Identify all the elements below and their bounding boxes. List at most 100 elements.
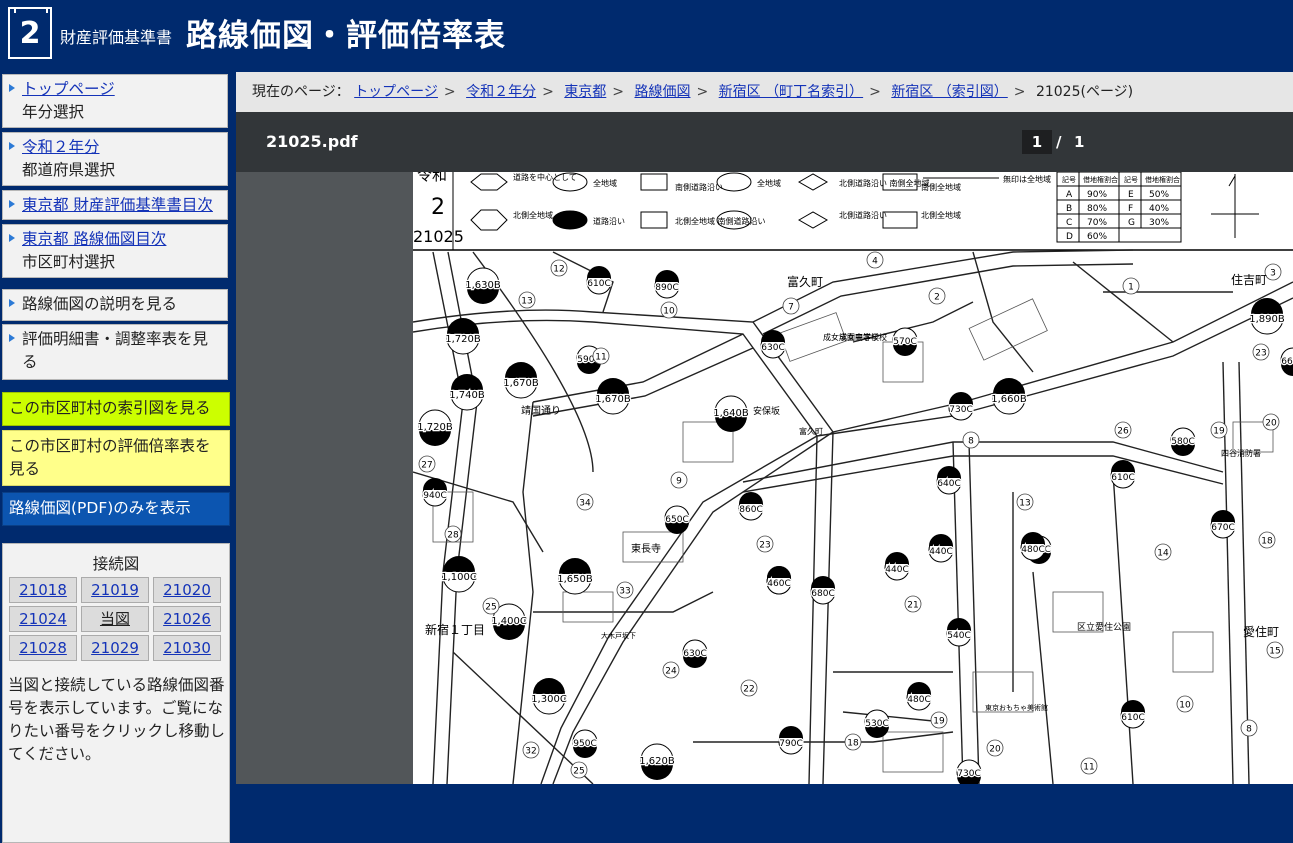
price-circle-fill-icon: [1111, 460, 1135, 472]
block-number: 12: [553, 265, 564, 275]
route-price-label: 1,670B: [503, 378, 539, 389]
rate-table-cell: 50%: [1149, 190, 1169, 200]
block-number: 15: [1269, 647, 1280, 657]
breadcrumb-link-town-index[interactable]: 新宿区 （町丁名索引）: [719, 84, 863, 100]
place-name: 愛住町: [1243, 625, 1279, 639]
connect-cell-21020[interactable]: 21020: [153, 577, 221, 603]
index-map-label: この市区町村の索引図を見る: [9, 399, 211, 417]
block-number: 13: [521, 297, 532, 307]
route-price-label: 1,720B: [445, 334, 481, 345]
breadcrumb-link-year[interactable]: 令和２年分: [466, 84, 536, 100]
breadcrumb-separator: >: [542, 84, 554, 100]
pdf-only-button[interactable]: 路線価図(PDF)のみを表示: [2, 492, 230, 526]
price-circle-fill-icon: [447, 318, 479, 334]
block-number: 19: [933, 717, 945, 727]
rate-table-cell: 60%: [1087, 232, 1107, 242]
rate-table-button[interactable]: この市区町村の評価倍率表を見る: [2, 430, 230, 486]
route-price-marker: 480C: [906, 682, 932, 711]
route-price-label: 1,720B: [417, 422, 453, 433]
route-price-label: 440C: [885, 565, 908, 575]
rate-table-cell: B: [1066, 204, 1072, 214]
route-price-marker: 1,660B: [990, 378, 1028, 415]
route-price-label: 1,640B: [713, 408, 749, 419]
sidebar-link-tokyo-index[interactable]: 東京都 財産評価基準書目次: [22, 196, 213, 214]
pdf-file-name: 21025.pdf: [266, 132, 358, 151]
sidebar-item-top[interactable]: トップページ 年分選択: [2, 74, 228, 128]
page-number-input[interactable]: 1: [1022, 130, 1052, 154]
route-price-marker: 650C: [664, 505, 690, 534]
sidebar-item-tokyo-index[interactable]: 東京都 財産評価基準書目次: [2, 190, 228, 220]
block-number: 10: [663, 307, 675, 317]
route-price-label: 460C: [767, 579, 790, 589]
block-number: 13: [1019, 499, 1030, 509]
price-circle-fill-icon: [937, 466, 961, 478]
route-price-marker: 610C: [1120, 700, 1146, 729]
rate-table-cell: E: [1128, 190, 1134, 200]
block-number: 23: [759, 541, 770, 551]
rate-table-header: 記号: [1124, 175, 1138, 184]
legend-text: 北側道路沿い 南側全地域: [839, 178, 930, 188]
route-price-label: 940C: [423, 491, 446, 501]
price-circle-fill-icon: [655, 270, 679, 282]
sidebar-item-detail[interactable]: 評価明細書・調整率表を見る: [2, 324, 228, 380]
place-name: 安保坂: [753, 405, 780, 417]
legend-text: 北側全地域: [513, 210, 553, 220]
breadcrumb-link-route[interactable]: 路線価図: [634, 84, 690, 100]
route-price-marker: 1,300C: [530, 678, 568, 715]
price-circle-fill-icon: [811, 576, 835, 588]
sidebar: トップページ 年分選択 令和２年分 都道府県選択 東京都 財産評価基準書目次 東…: [0, 72, 234, 843]
connect-cell-21024[interactable]: 21024: [9, 606, 77, 632]
route-price-label: 610C: [587, 279, 610, 289]
sidebar-item-year[interactable]: 令和２年分 都道府県選択: [2, 132, 228, 186]
page-title: 路線価図・評価倍率表: [186, 18, 506, 54]
index-map-button[interactable]: この市区町村の索引図を見る: [2, 392, 230, 426]
legend-box-icon: [882, 211, 918, 229]
sidebar-link-route-index[interactable]: 東京都 路線価図目次: [22, 230, 166, 248]
route-price-label: 580C: [1171, 437, 1194, 447]
route-price-marker: 1,100C: [440, 556, 478, 593]
sidebar-link-year[interactable]: 令和２年分: [22, 138, 100, 156]
legend-text: 道路沿い: [593, 216, 625, 226]
connect-cell-21019[interactable]: 21019: [81, 577, 149, 603]
route-price-label: 1,630B: [465, 280, 501, 291]
map-year: 2: [431, 195, 445, 220]
route-price-label: 1,400C: [491, 616, 527, 627]
route-price-label: 680C: [811, 589, 834, 599]
legend-text: 北側全地域 南側道路沿い: [675, 216, 766, 226]
price-circle-fill-icon: [993, 378, 1025, 394]
block-number: 21: [907, 601, 918, 611]
breadcrumb-link-index-map[interactable]: 新宿区 （索引図）: [891, 84, 1007, 100]
place-name: 富久町: [799, 426, 823, 436]
price-circle-fill-icon: [451, 374, 483, 390]
breadcrumb-link-tokyo[interactable]: 東京都: [564, 84, 606, 100]
sidebar-link-top[interactable]: トップページ: [22, 80, 115, 98]
block-number: 33: [619, 587, 630, 597]
logo-icon[interactable]: 2: [8, 7, 52, 59]
rate-table-cell: 40%: [1149, 204, 1169, 214]
price-circle-fill-icon: [767, 566, 791, 578]
block-number: 28: [447, 531, 459, 541]
connect-cell-21030[interactable]: 21030: [153, 635, 221, 661]
block-number: 3: [1270, 269, 1276, 279]
legend-hexagon-icon: [470, 209, 508, 231]
connect-cell-21029[interactable]: 21029: [81, 635, 149, 661]
route-price-label: 1,740B: [449, 390, 485, 401]
connect-cell-21026[interactable]: 21026: [153, 606, 221, 632]
connect-cell-current: 当図: [81, 606, 149, 632]
route-price-label: 1,620B: [639, 756, 675, 767]
route-price-label: 890C: [655, 283, 678, 293]
connect-cell-21028[interactable]: 21028: [9, 635, 77, 661]
route-price-marker: 1,650B: [556, 558, 594, 595]
sidebar-item-explain[interactable]: 路線価図の説明を見る: [2, 289, 228, 321]
rate-table-header: 借地権割合: [1145, 175, 1180, 184]
breadcrumb-link-top[interactable]: トップページ: [354, 84, 438, 100]
route-price-label: 730C: [949, 405, 972, 415]
pdf-page[interactable]: 令和 2 21025 道路を中心として 全地域 南側道路沿い 全地域 北側道路沿…: [413, 172, 1293, 784]
route-price-marker: 610C: [586, 266, 612, 295]
sidebar-item-route-index[interactable]: 東京都 路線価図目次 市区町村選択: [2, 224, 228, 278]
sidebar-sub-text: 市区町村選択: [22, 253, 116, 271]
connect-cell-21018[interactable]: 21018: [9, 577, 77, 603]
rate-table-cell: G: [1128, 218, 1135, 228]
route-price-marker: 1,890B: [1248, 298, 1286, 335]
price-circle-fill-icon: [423, 478, 447, 490]
